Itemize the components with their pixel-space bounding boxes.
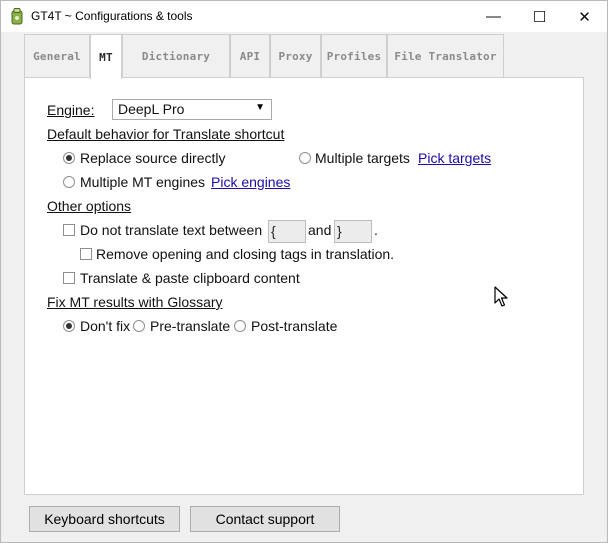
post-translate-radio[interactable]: [234, 320, 246, 332]
title-bar[interactable]: GT4T ~ Configurations & tools — ☐ ✕: [1, 1, 607, 32]
multiple-targets-radio[interactable]: [299, 152, 311, 164]
mouse-pointer-icon: [494, 286, 508, 307]
pre-translate-radio[interactable]: [133, 320, 145, 332]
engine-select[interactable]: DeepL Pro ▼: [112, 99, 272, 120]
maximize-icon: ☐: [532, 8, 547, 26]
open-tag-input[interactable]: {: [268, 220, 306, 243]
tab-profiles[interactable]: Profiles: [321, 34, 387, 78]
close-tag-input[interactable]: }: [334, 220, 372, 243]
keyboard-shortcuts-button[interactable]: Keyboard shortcuts: [29, 506, 180, 532]
pre-translate-label: Pre-translate: [150, 318, 231, 334]
dropdown-arrow-icon: ▼: [255, 102, 265, 113]
multiple-engines-radio[interactable]: [63, 176, 75, 188]
engine-label: Engine:: [47, 102, 95, 118]
tab-file-translator[interactable]: File Translator: [387, 34, 504, 78]
minimize-button[interactable]: —: [471, 1, 516, 32]
multiple-engines-label: Multiple MT engines: [80, 174, 206, 190]
replace-source-label: Replace source directly: [80, 150, 226, 166]
config-window: GT4T ~ Configurations & tools — ☐ ✕ Gene…: [0, 0, 608, 543]
multiple-targets-label: Multiple targets: [315, 150, 410, 166]
maximize-button[interactable]: ☐: [517, 1, 562, 32]
clipboard-translate-label: Translate & paste clipboard content: [80, 270, 300, 286]
replace-source-radio[interactable]: [63, 152, 75, 164]
minimize-icon: —: [486, 8, 501, 25]
tab-mt[interactable]: MT: [90, 34, 122, 79]
no-translate-between-checkbox[interactable]: [63, 224, 75, 236]
clipboard-translate-checkbox[interactable]: [63, 272, 75, 284]
other-options-heading: Other options: [47, 198, 132, 214]
remove-tags-label: Remove opening and closing tags in trans…: [96, 246, 395, 262]
close-button[interactable]: ✕: [562, 1, 607, 32]
glossary-heading: Fix MT results with Glossary: [47, 294, 223, 310]
contact-support-button[interactable]: Contact support: [190, 506, 340, 532]
dont-fix-label: Don't fix: [80, 318, 131, 334]
tab-api[interactable]: API: [230, 34, 270, 78]
dont-fix-radio[interactable]: [63, 320, 75, 332]
close-icon: ✕: [578, 8, 591, 26]
pick-targets-link[interactable]: Pick targets: [418, 150, 491, 166]
post-translate-label: Post-translate: [251, 318, 338, 334]
app-icon: [11, 8, 23, 25]
tab-dictionary[interactable]: Dictionary: [122, 34, 230, 78]
period-label: .: [374, 222, 378, 238]
default-behavior-heading: Default behavior for Translate shortcut: [47, 126, 285, 142]
engine-selected-value: DeepL Pro: [118, 101, 185, 117]
pick-engines-link[interactable]: Pick engines: [211, 174, 290, 190]
tab-proxy[interactable]: Proxy: [270, 34, 321, 78]
and-label: and: [308, 222, 332, 238]
no-translate-between-label: Do not translate text between: [80, 222, 263, 238]
tab-general[interactable]: General: [24, 34, 90, 78]
window-title: GT4T ~ Configurations & tools: [31, 9, 193, 23]
remove-tags-checkbox[interactable]: [80, 248, 92, 260]
